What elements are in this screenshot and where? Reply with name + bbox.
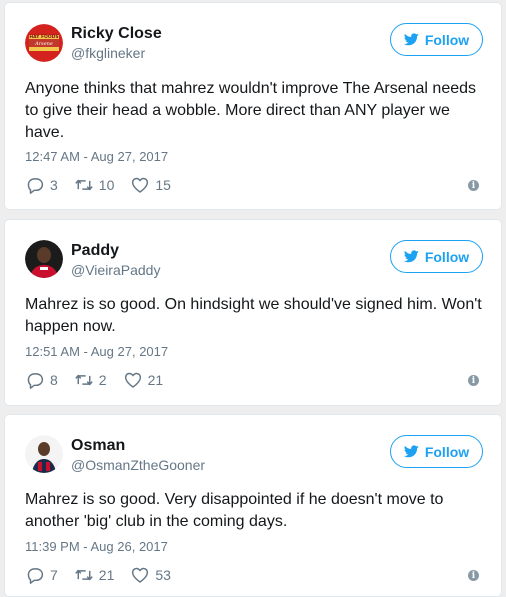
tweet-actions: 8 2 21: [25, 370, 179, 390]
avatar[interactable]: [25, 435, 63, 473]
tweet-actions: 3 10 15: [25, 175, 187, 195]
retweet-count: 2: [98, 372, 107, 388]
twitter-bird-icon: [403, 250, 419, 263]
reply-button[interactable]: 3: [25, 176, 58, 194]
retweet-count: 10: [98, 177, 115, 193]
retweet-button[interactable]: 21: [74, 566, 115, 584]
like-button[interactable]: 15: [130, 176, 171, 194]
twitter-bird-icon: [403, 445, 419, 458]
heart-icon: [132, 567, 149, 583]
follow-label: Follow: [424, 443, 470, 460]
info-icon[interactable]: i: [468, 375, 479, 386]
reply-button[interactable]: 8: [25, 371, 58, 389]
follow-button[interactable]: Follow: [390, 435, 483, 468]
tweet-text: Mahrez is so good. On hindsight we shoul…: [25, 296, 482, 335]
avatar[interactable]: [25, 240, 63, 278]
user-handle[interactable]: @VieiraPaddy: [71, 262, 160, 278]
like-button[interactable]: 53: [130, 566, 171, 584]
tweet-actions: 7 21 53: [25, 565, 187, 585]
avatar[interactable]: HAY FOODS Arsene: [25, 24, 63, 62]
twitter-bird-icon: [403, 33, 419, 46]
like-count: 53: [155, 567, 171, 583]
tweet-text: Anyone thinks that mahrez wouldn't impro…: [25, 80, 477, 141]
tweet-feed: HAY FOODS Arsene Ricky Close @fkglineker…: [0, 0, 506, 597]
tweet-text: Mahrez is so good. Very disappointed if …: [25, 491, 444, 530]
like-count: 21: [147, 372, 164, 388]
reply-count: 3: [50, 177, 58, 193]
reply-icon: [27, 568, 44, 584]
info-icon[interactable]: i: [468, 180, 479, 191]
retweet-icon: [75, 179, 93, 191]
heart-icon: [124, 372, 141, 388]
display-name[interactable]: Ricky Close: [71, 25, 162, 43]
svg-text:HAY FOODS: HAY FOODS: [29, 34, 58, 40]
tweet-card: Paddy @VieiraPaddy Follow Mahrez is so g…: [4, 219, 502, 406]
reply-button[interactable]: 7: [25, 566, 58, 584]
display-name[interactable]: Osman: [71, 437, 125, 455]
follow-button[interactable]: Follow: [390, 240, 483, 273]
tweet-timestamp[interactable]: 12:51 AM - Aug 27, 2017: [25, 344, 168, 359]
like-button[interactable]: 21: [123, 371, 164, 389]
reply-count: 7: [50, 567, 58, 583]
follow-label: Follow: [424, 31, 470, 48]
follow-button[interactable]: Follow: [390, 23, 483, 56]
reply-icon: [27, 373, 44, 389]
tweet-timestamp[interactable]: 11:39 PM - Aug 26, 2017: [25, 539, 168, 554]
retweet-count: 21: [98, 567, 115, 583]
user-handle[interactable]: @fkglineker: [71, 45, 145, 61]
retweet-icon: [75, 569, 93, 581]
user-handle[interactable]: @OsmanZtheGooner: [71, 457, 205, 473]
tweet-card: Osman @OsmanZtheGooner Follow Mahrez is …: [4, 414, 502, 597]
display-name[interactable]: Paddy: [71, 242, 119, 260]
follow-label: Follow: [424, 248, 470, 265]
retweet-icon: [75, 374, 93, 386]
tweet-card: HAY FOODS Arsene Ricky Close @fkglineker…: [4, 2, 502, 210]
heart-icon: [132, 177, 149, 193]
info-icon[interactable]: i: [468, 570, 479, 581]
reply-count: 8: [50, 372, 58, 388]
reply-icon: [27, 178, 44, 194]
tweet-timestamp[interactable]: 12:47 AM - Aug 27, 2017: [25, 149, 168, 164]
retweet-button[interactable]: 2: [74, 371, 107, 389]
svg-text:Arsene: Arsene: [34, 41, 53, 47]
like-count: 15: [155, 177, 171, 193]
retweet-button[interactable]: 10: [74, 176, 115, 194]
